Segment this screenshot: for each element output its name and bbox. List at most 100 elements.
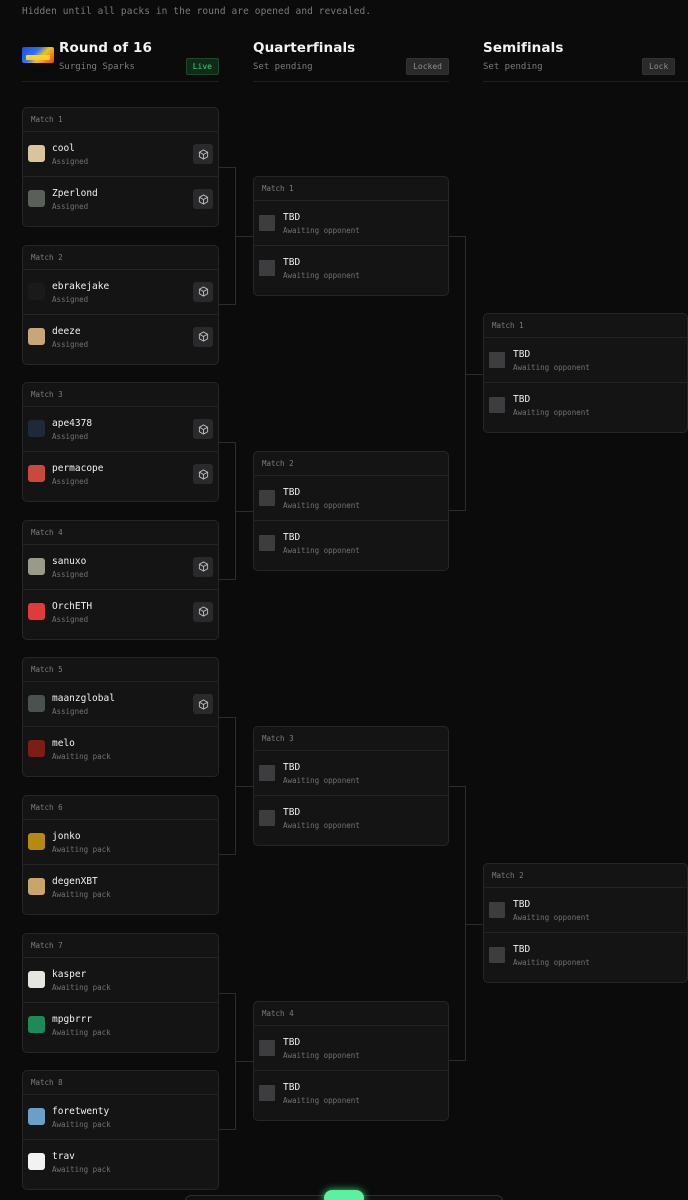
player-name: TBD: [283, 212, 301, 223]
player-slot[interactable]: melo Awaiting pack: [23, 727, 218, 772]
open-pack-button[interactable]: [193, 326, 213, 347]
open-pack-button[interactable]: [193, 556, 213, 577]
player-slot[interactable]: TBD Awaiting opponent: [254, 751, 448, 796]
quarterfinals-match-card: Match 2 TBD Awaiting opponent TBD Awaiti…: [253, 451, 449, 571]
match-label: Match 2: [254, 452, 448, 476]
cube-icon: [198, 286, 209, 297]
player-slot[interactable]: deeze Assigned: [23, 315, 218, 360]
bracket-connector-stub: [236, 1061, 253, 1063]
bracket-connector-stub: [466, 373, 483, 375]
player-slot[interactable]: permacope Assigned: [23, 452, 218, 497]
player-slot[interactable]: cool Assigned: [23, 132, 218, 177]
player-slot[interactable]: kasper Awaiting pack: [23, 958, 218, 1003]
maanzglobal-avatar: [28, 695, 45, 713]
cube-icon: [198, 148, 209, 160]
column-title: Round of 16: [59, 40, 152, 56]
player-name: deeze: [52, 325, 81, 337]
player-slot[interactable]: TBD Awaiting opponent: [254, 1071, 448, 1116]
player-status: Assigned: [52, 614, 89, 624]
player-name: ebrakejake: [52, 280, 110, 292]
round16-match-card: Match 7 kasper Awaiting pack mpgbrrr Awa…: [22, 932, 219, 1053]
player-status: Assigned: [52, 294, 89, 304]
open-pack-button[interactable]: [193, 189, 213, 209]
status-badge-locked: Locked: [406, 58, 449, 75]
player-slot[interactable]: TBD Awaiting opponent: [254, 796, 448, 841]
mpgbrrr-avatar: [28, 1015, 45, 1033]
placeholder-avatar: [259, 765, 275, 781]
player-slot[interactable]: jonko Awaiting pack: [23, 820, 218, 865]
player-status: Awaiting opponent: [513, 363, 590, 372]
bottom-dock[interactable]: [185, 1190, 503, 1200]
player-slot[interactable]: TBD Awaiting opponent: [484, 933, 687, 978]
player-name: TBD: [283, 1082, 301, 1093]
player-slot[interactable]: degenXBT Awaiting pack: [23, 865, 218, 910]
player-name: TBD: [283, 257, 301, 268]
dock-active-pill[interactable]: [324, 1190, 364, 1200]
player-slot[interactable]: TBD Awaiting opponent: [254, 246, 448, 291]
open-pack-button[interactable]: [193, 601, 213, 622]
player-slot[interactable]: TBD Awaiting opponent: [484, 383, 687, 428]
player-status: Awaiting opponent: [513, 958, 590, 967]
round16-match-card: Match 4 sanuxo Assigned OrchETH Assigned: [22, 519, 219, 640]
placeholder-avatar: [259, 810, 275, 826]
orcheth-avatar: [28, 602, 45, 620]
player-slot[interactable]: trav Awaiting pack: [23, 1140, 218, 1185]
player-status: Assigned: [52, 477, 89, 487]
open-pack-button[interactable]: [193, 419, 213, 440]
column-header-semifinals: Semifinals Set pending Lock: [483, 40, 688, 82]
player-status: Awaiting opponent: [283, 501, 360, 510]
quarterfinals-match-card: Match 1 TBD Awaiting opponent TBD Awaiti…: [253, 176, 449, 296]
player-status: Awaiting opponent: [513, 408, 590, 417]
bracket-connector-stub: [236, 235, 253, 237]
player-slot[interactable]: ebrakejake Assigned: [23, 270, 218, 315]
status-badge-live: Live: [185, 58, 219, 75]
player-slot[interactable]: ape4378 Assigned: [23, 407, 218, 453]
cube-icon: [198, 193, 209, 205]
match-label: Match 7: [23, 934, 218, 958]
bracket-connector-stub: [236, 786, 253, 788]
open-pack-button[interactable]: [193, 464, 213, 485]
column-header-quarterfinals: Quarterfinals Set pending Locked: [253, 40, 449, 82]
deeze-avatar: [28, 327, 45, 345]
player-slot[interactable]: TBD Awaiting opponent: [484, 888, 687, 933]
ape4378-avatar: [28, 420, 45, 438]
player-slot[interactable]: Zperlond Assigned: [23, 177, 218, 222]
player-name: melo: [52, 738, 75, 750]
player-status: Awaiting pack: [52, 1165, 111, 1175]
player-slot[interactable]: TBD Awaiting opponent: [254, 476, 448, 521]
round16-match-card: Match 1 cool Assigned Zperlond Assigned: [22, 107, 219, 227]
player-status: Assigned: [52, 707, 89, 717]
player-status: Assigned: [52, 339, 89, 349]
open-pack-button[interactable]: [193, 694, 213, 715]
quarterfinals-match-card: Match 3 TBD Awaiting opponent TBD Awaiti…: [253, 726, 449, 846]
player-slot[interactable]: TBD Awaiting opponent: [254, 201, 448, 246]
column-title: Semifinals: [483, 40, 564, 56]
player-slot[interactable]: mpgbrrr Awaiting pack: [23, 1003, 218, 1048]
match-label: Match 1: [254, 177, 448, 201]
kasper-avatar: [28, 970, 45, 988]
player-status: Awaiting opponent: [283, 1096, 360, 1105]
zperlond-avatar: [28, 190, 45, 207]
open-pack-button[interactable]: [193, 281, 213, 302]
cube-icon: [198, 469, 209, 480]
cube-icon: [198, 561, 209, 572]
player-name: cool: [52, 143, 75, 154]
round16-match-card: Match 8 foretwenty Awaiting pack trav Aw…: [22, 1070, 219, 1191]
placeholder-avatar: [259, 1085, 275, 1101]
player-slot[interactable]: TBD Awaiting opponent: [484, 338, 687, 383]
player-slot[interactable]: TBD Awaiting opponent: [254, 1026, 448, 1071]
placeholder-avatar: [489, 947, 505, 963]
player-slot[interactable]: sanuxo Assigned: [23, 545, 218, 590]
player-slot[interactable]: TBD Awaiting opponent: [254, 521, 448, 566]
player-slot[interactable]: maanzglobal Assigned: [23, 682, 218, 728]
player-status: Awaiting pack: [52, 1027, 111, 1037]
column-subtitle: Surging Sparks: [59, 62, 135, 72]
player-slot[interactable]: foretwenty Awaiting pack: [23, 1095, 218, 1141]
open-pack-button[interactable]: [193, 144, 213, 164]
player-name: kasper: [52, 968, 87, 980]
player-slot[interactable]: OrchETH Assigned: [23, 590, 218, 635]
bracket-connector: [449, 236, 466, 511]
cube-icon: [198, 331, 209, 342]
player-status: Awaiting pack: [52, 845, 111, 854]
degenxbt-avatar: [28, 878, 45, 895]
